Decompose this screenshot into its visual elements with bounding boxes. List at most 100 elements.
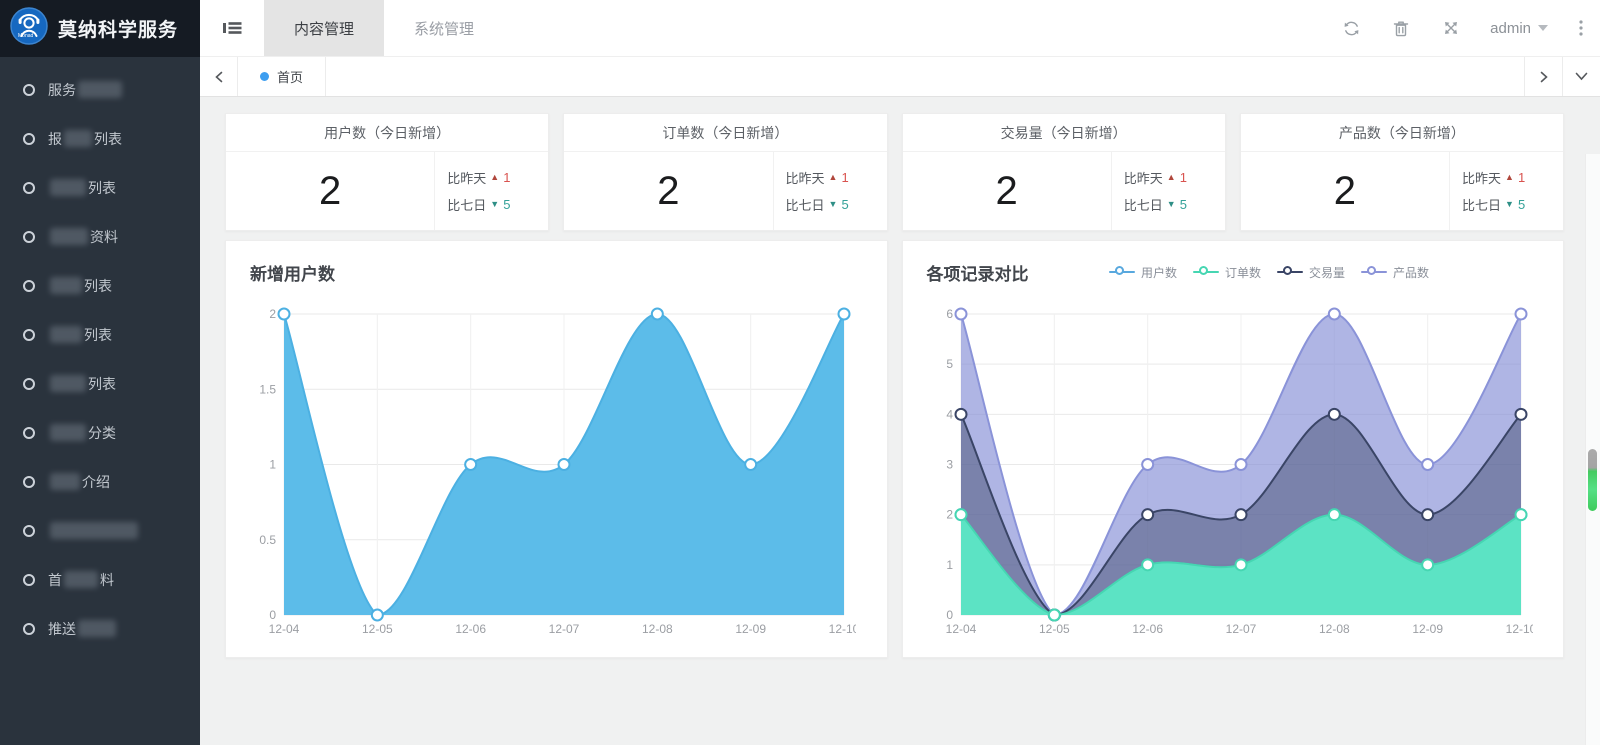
trash-icon[interactable] [1376, 0, 1426, 56]
circle-icon [23, 623, 35, 635]
redacted-text [50, 424, 86, 441]
triangle-up-icon: ▲ [1505, 173, 1514, 182]
redacted-text [78, 81, 122, 98]
svg-text:1.5: 1.5 [259, 382, 276, 396]
stat-card-title: 订单数（今日新增） [564, 114, 886, 152]
svg-text:1: 1 [269, 458, 276, 472]
redacted-text [78, 620, 116, 637]
delta-up: 比昨天▲1 [1462, 168, 1563, 187]
legend-item-订单数[interactable]: 订单数 [1193, 264, 1261, 281]
sidebar-item-9[interactable] [0, 506, 200, 555]
circle-icon [23, 525, 35, 537]
new-users-chart-card: 新增用户数 00.511.5212-0412-0512-0612-0712-08… [225, 240, 888, 658]
topbar-spacer [504, 0, 1326, 56]
circle-icon [23, 427, 35, 439]
collapse-menu-icon[interactable] [200, 0, 264, 56]
legend-marker-icon [1109, 266, 1135, 278]
triangle-down-icon: ▼ [1505, 200, 1514, 209]
nav-tab-content-management[interactable]: 内容管理 [264, 0, 384, 56]
tabs-scroll-left-icon[interactable] [200, 57, 238, 96]
stat-card-deltas: 比昨天▲1比七日▼5 [434, 152, 548, 230]
sidebar-item-0[interactable]: 服务 [0, 65, 200, 114]
legend-label: 交易量 [1309, 264, 1345, 281]
triangle-up-icon: ▲ [490, 173, 499, 182]
more-options-icon[interactable] [1562, 0, 1600, 56]
redacted-text [64, 130, 92, 147]
redacted-text [64, 571, 98, 588]
svg-text:0: 0 [946, 608, 953, 622]
redacted-text [50, 277, 82, 294]
redacted-text [50, 179, 86, 196]
refresh-icon[interactable] [1326, 0, 1376, 56]
active-tab-dot [260, 72, 269, 81]
sidebar-item-8[interactable]: 介绍 [0, 457, 200, 506]
main-column: 内容管理 系统管理 [200, 0, 1600, 745]
circle-icon [23, 329, 35, 341]
sidebar-item-4[interactable]: 列表 [0, 261, 200, 310]
nav-tab-system-management[interactable]: 系统管理 [384, 0, 504, 56]
stat-card-title: 产品数（今日新增） [1241, 114, 1563, 152]
svg-text:12-06: 12-06 [1132, 622, 1163, 636]
svg-text:12-07: 12-07 [1225, 622, 1256, 636]
scrollbar-track[interactable] [1585, 154, 1600, 745]
legend-item-产品数[interactable]: 产品数 [1361, 264, 1429, 281]
svg-text:12-07: 12-07 [549, 622, 580, 636]
delta-down: 比七日▼5 [1462, 195, 1563, 214]
sidebar-item-label: 介绍 [48, 472, 110, 492]
delta-up: 比昨天▲1 [447, 168, 548, 187]
sidebar-item-label: 服务 [48, 80, 124, 100]
user-dropdown[interactable]: admin [1476, 0, 1562, 56]
triangle-up-icon: ▲ [829, 173, 838, 182]
scrollbar-thumb[interactable] [1588, 449, 1597, 511]
stat-card-value: 2 [903, 152, 1111, 230]
delta-up: 比昨天▲1 [1124, 168, 1225, 187]
legend-item-交易量[interactable]: 交易量 [1277, 264, 1345, 281]
sidebar-item-10[interactable]: 首料 [0, 555, 200, 604]
svg-text:12-09: 12-09 [1412, 622, 1443, 636]
stat-card-title: 用户数（今日新增） [226, 114, 548, 152]
svg-text:2: 2 [269, 307, 276, 321]
svg-text:12-04: 12-04 [269, 622, 300, 636]
legend-label: 产品数 [1393, 264, 1429, 281]
records-compare-chart: 012345612-0412-0512-0612-0712-0812-0912-… [927, 287, 1533, 645]
sidebar-item-label: 列表 [48, 276, 112, 296]
svg-text:12-05: 12-05 [1038, 622, 1069, 636]
redacted-text [50, 326, 82, 343]
charts-row: 新增用户数 00.511.5212-0412-0512-0612-0712-08… [225, 240, 1564, 658]
delta-up: 比昨天▲1 [786, 168, 887, 187]
circle-icon [23, 133, 35, 145]
page-tab-home[interactable]: 首页 [238, 57, 326, 96]
sidebar-item-3[interactable]: 资料 [0, 212, 200, 261]
page-tab-label: 首页 [277, 67, 303, 86]
circle-icon [23, 476, 35, 488]
stats-row: 用户数（今日新增）2比昨天▲1比七日▼5订单数（今日新增）2比昨天▲1比七日▼5… [225, 113, 1564, 231]
stat-card-value: 2 [1241, 152, 1449, 230]
sidebar-item-5[interactable]: 列表 [0, 310, 200, 359]
fullscreen-icon[interactable] [1426, 0, 1476, 56]
brand[interactable]: Monad 莫纳科学服务 [0, 0, 200, 57]
stat-card-title: 交易量（今日新增） [903, 114, 1225, 152]
sidebar-item-label: 报列表 [48, 129, 122, 149]
svg-text:12-10: 12-10 [829, 622, 856, 636]
legend-marker-icon [1361, 266, 1387, 278]
sidebar-item-1[interactable]: 报列表 [0, 114, 200, 163]
new-users-chart-title: 新增用户数 [250, 260, 335, 285]
stat-card-2: 交易量（今日新增）2比昨天▲1比七日▼5 [902, 113, 1226, 231]
svg-text:12-08: 12-08 [642, 622, 673, 636]
tabs-scroll-right-icon[interactable] [1524, 57, 1562, 96]
legend-item-用户数[interactable]: 用户数 [1109, 264, 1177, 281]
sidebar-item-6[interactable]: 列表 [0, 359, 200, 408]
sidebar-item-2[interactable]: 列表 [0, 163, 200, 212]
sidebar-item-7[interactable]: 分类 [0, 408, 200, 457]
stat-card-deltas: 比昨天▲1比七日▼5 [1111, 152, 1225, 230]
circle-icon [23, 280, 35, 292]
svg-text:2: 2 [946, 508, 953, 522]
stat-card-deltas: 比昨天▲1 比七日▼5 [1449, 152, 1563, 230]
sidebar-item-11[interactable]: 推送 [0, 604, 200, 653]
tab-strip: 首页 [200, 57, 1600, 97]
redacted-text [50, 522, 138, 539]
stat-card-1: 订单数（今日新增）2比昨天▲1比七日▼5 [563, 113, 887, 231]
stat-card-value: 2 [226, 152, 434, 230]
svg-text:Monad: Monad [18, 33, 34, 39]
tabs-menu-icon[interactable] [1562, 57, 1600, 96]
